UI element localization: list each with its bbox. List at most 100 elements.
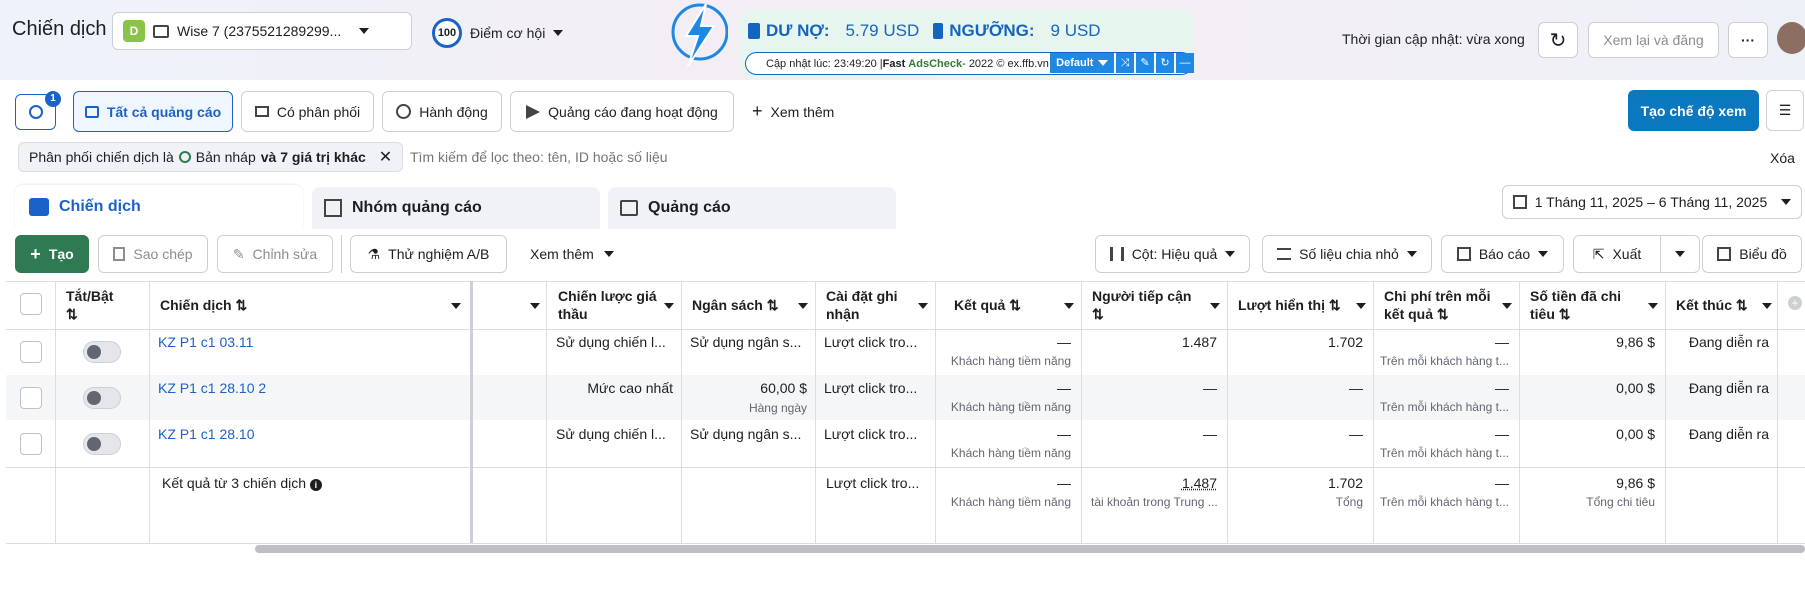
account-selector[interactable]: D Wise 7 (2375521289299... (112, 12, 412, 50)
close-icon[interactable]: ✕ (379, 147, 392, 167)
tab-ads[interactable]: Quảng cáo (608, 187, 896, 229)
tab-all-ads[interactable]: Tất cả quảng cáo (73, 91, 233, 132)
header-campaign[interactable]: Chiến dịch ⇅ (160, 296, 460, 314)
chevron-down-icon[interactable] (1648, 303, 1658, 309)
export-button[interactable]: ⇱ Xuất (1573, 235, 1661, 273)
copy-button[interactable]: Sao chép (98, 235, 208, 273)
more-options-button[interactable]: ··· (1728, 22, 1768, 58)
campaign-name-link[interactable]: KZ P1 c1 28.10 (158, 426, 458, 442)
chevron-down-icon[interactable] (1064, 303, 1074, 309)
tab-actions[interactable]: Hành động (382, 91, 502, 132)
horizontal-scrollbar[interactable] (255, 545, 1805, 553)
cell-cpr: — (1495, 380, 1509, 396)
reports-button[interactable]: Báo cáo (1441, 235, 1564, 273)
header-attribution[interactable]: Cài đặt ghi nhận (826, 287, 916, 323)
review-publish-button[interactable]: Xem lại và đăng (1588, 22, 1719, 58)
ab-test-button[interactable]: ⚗ Thử nghiệm A/B (350, 235, 507, 273)
chevron-down-icon[interactable] (1210, 303, 1220, 309)
row-checkbox[interactable] (20, 387, 42, 409)
tab-ad-sets[interactable]: Nhóm quảng cáo (312, 187, 600, 229)
summary-cpr: — (1495, 475, 1509, 491)
account-badge: D (123, 20, 145, 42)
chevron-down-icon (1225, 251, 1236, 257)
tab-active-ads[interactable]: Quảng cáo đang hoạt động (510, 91, 734, 132)
header-reach-label: Người tiếp cận (1092, 288, 1192, 304)
refresh-icon[interactable]: ↻ (1156, 53, 1174, 73)
row-toggle[interactable] (83, 433, 121, 455)
header-results[interactable]: Kết quả ⇅ (954, 296, 1064, 314)
sort-icon: ⇅ (766, 297, 779, 313)
clear-filters-link[interactable]: Xóa (1770, 150, 1795, 166)
row-toggle[interactable] (83, 387, 121, 409)
row-checkbox[interactable] (20, 433, 42, 455)
default-select[interactable]: Default (1050, 53, 1114, 73)
columns-button[interactable]: Cột: Hiệu quả (1095, 235, 1250, 273)
filter-chip-suffix: và 7 giá trị khác (260, 149, 366, 165)
edit-button[interactable]: ✎ Chỉnh sửa (217, 235, 333, 273)
header-amount-spent[interactable]: Số tiền đã chi tiêu ⇅ (1530, 287, 1645, 323)
chevron-down-icon[interactable] (530, 303, 540, 309)
campaign-name-link[interactable]: KZ P1 c1 03.11 (158, 334, 458, 350)
update-info-suffix: - 2022 © ex.ffb.vn (962, 57, 1049, 70)
filter-chip[interactable]: Phân phối chiến dịch là Bản nháp và 7 gi… (18, 142, 404, 172)
filter-search-input[interactable] (410, 144, 1410, 170)
cell-attribution: Lượt click tro... (824, 426, 918, 442)
campaign-name-link[interactable]: KZ P1 c1 28.10 2 (158, 380, 458, 396)
cell-budget: Sử dụng ngân s... (690, 334, 802, 350)
date-range-picker[interactable]: 1 Tháng 11, 2025 – 6 Tháng 11, 2025 (1502, 185, 1802, 219)
minimize-icon[interactable]: — (1176, 53, 1194, 73)
header-budget[interactable]: Ngân sách ⇅ (692, 296, 802, 314)
cell-results: — (1057, 426, 1071, 442)
row-checkbox[interactable] (20, 341, 42, 363)
header-bid-strategy[interactable]: Chiến lược giá thầu (558, 287, 658, 323)
chevron-down-icon[interactable] (918, 303, 928, 309)
sort-icon: ⇅ (1558, 306, 1571, 322)
opportunity-score-button[interactable]: 100 Điểm cơ hội (432, 18, 564, 48)
cell-bid: Mức cao nhất (587, 380, 673, 396)
toolbar-more-button[interactable]: Xem thêm (530, 246, 614, 262)
tab-campaigns[interactable]: Chiến dịch (15, 185, 303, 229)
debt-display: DƯ NỢ: 5.79 USD NGƯỠNG: 9 USD (748, 21, 1101, 41)
breakdown-button[interactable]: Số liệu chia nhỏ (1262, 235, 1432, 273)
summary-cpr-sub: Trên mỗi khách hàng t... (1380, 495, 1509, 509)
document-icon (748, 23, 760, 39)
header-toggle[interactable]: Tắt/Bật ⇅ (66, 287, 146, 323)
add-column-icon[interactable]: + (1788, 296, 1802, 310)
cell-reach: — (1203, 426, 1217, 442)
row-toggle[interactable] (83, 341, 121, 363)
refresh-button[interactable]: ↻ (1538, 22, 1578, 58)
header-ends[interactable]: Kết thúc ⇅ (1676, 296, 1766, 314)
reports-icon (1456, 247, 1471, 261)
create-button[interactable]: + Tạo (15, 235, 89, 273)
chevron-down-icon[interactable] (798, 303, 808, 309)
chevron-down-icon[interactable] (1502, 303, 1512, 309)
more-tabs-button[interactable]: + Xem thêm (752, 101, 834, 122)
pencil-icon: ✎ (232, 245, 245, 262)
chevron-down-icon[interactable] (451, 303, 461, 309)
cell-budget-sub: Hàng ngày (748, 401, 807, 415)
select-all-checkbox[interactable] (20, 293, 42, 315)
chevron-down-icon[interactable] (664, 303, 674, 309)
avatar[interactable] (1777, 22, 1805, 54)
export-dropdown-button[interactable] (1660, 235, 1700, 273)
chevron-down-icon[interactable] (1762, 303, 1772, 309)
header-budget-label: Ngân sách (692, 297, 763, 313)
chevron-down-icon[interactable] (1356, 303, 1366, 309)
edit-icon[interactable]: ✎ (1136, 53, 1154, 73)
summary-spent-sub: Tổng chi tiêu (1586, 495, 1655, 509)
info-icon[interactable]: i (309, 479, 322, 491)
breakdown-label: Số liệu chia nhỏ (1299, 246, 1399, 262)
header-reach[interactable]: Người tiếp cận ⇅ (1092, 287, 1212, 323)
chart-button[interactable]: Biểu đồ (1702, 235, 1802, 273)
header-impressions[interactable]: Lượt hiển thị ⇅ (1238, 296, 1368, 314)
tab-delivery[interactable]: Có phân phối (241, 91, 374, 132)
tab-ads-label: Quảng cáo (648, 199, 731, 216)
settings-sliders-button[interactable]: ☰ (1766, 90, 1804, 131)
tab-active-ads-label: Quảng cáo đang hoạt động (548, 103, 718, 120)
shuffle-icon[interactable]: ⤨ (1116, 53, 1134, 73)
header-cost-per-result[interactable]: Chi phí trên mỗi kết quả ⇅ (1384, 287, 1502, 323)
create-view-button[interactable]: Tạo chế độ xem (1628, 90, 1759, 131)
default-select-label: Default (1056, 57, 1094, 69)
draft-circle-icon (178, 151, 191, 163)
search-icon (28, 105, 43, 119)
